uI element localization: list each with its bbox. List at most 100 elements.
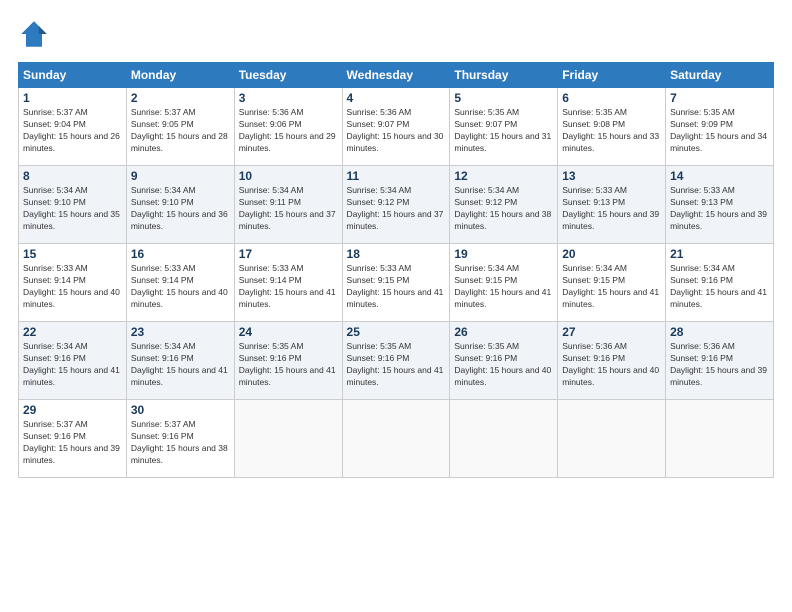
day-number: 23 <box>131 325 230 339</box>
day-number: 14 <box>670 169 769 183</box>
day-info: Sunrise: 5:37 AMSunset: 9:16 PMDaylight:… <box>131 419 230 467</box>
day-number: 13 <box>562 169 661 183</box>
logo <box>18 18 54 50</box>
day-number: 26 <box>454 325 553 339</box>
calendar-cell: 9 Sunrise: 5:34 AMSunset: 9:10 PMDaylight… <box>126 166 234 244</box>
day-number: 11 <box>347 169 446 183</box>
calendar-week-5: 29 Sunrise: 5:37 AMSunset: 9:16 PMDayligh… <box>19 400 774 478</box>
col-wednesday: Wednesday <box>342 63 450 88</box>
day-info: Sunrise: 5:33 AMSunset: 9:13 PMDaylight:… <box>670 185 769 233</box>
calendar-cell: 2 Sunrise: 5:37 AMSunset: 9:05 PMDaylight… <box>126 88 234 166</box>
day-info: Sunrise: 5:36 AMSunset: 9:16 PMDaylight:… <box>670 341 769 389</box>
day-info: Sunrise: 5:33 AMSunset: 9:14 PMDaylight:… <box>239 263 338 311</box>
calendar-cell: 23 Sunrise: 5:34 AMSunset: 9:16 PMDayligh… <box>126 322 234 400</box>
calendar-cell: 22Sunrise: 5:34 AMSunset: 9:16 PMDayligh… <box>19 322 127 400</box>
calendar-week-2: 8 Sunrise: 5:34 AMSunset: 9:10 PMDaylight… <box>19 166 774 244</box>
day-info: Sunrise: 5:35 AMSunset: 9:09 PMDaylight:… <box>670 107 769 155</box>
day-info: Sunrise: 5:34 AMSunset: 9:15 PMDaylight:… <box>562 263 661 311</box>
day-info: Sunrise: 5:33 AMSunset: 9:15 PMDaylight:… <box>347 263 446 311</box>
day-number: 7 <box>670 91 769 105</box>
page-container: Sunday Monday Tuesday Wednesday Thursday… <box>0 0 792 488</box>
header-row: Sunday Monday Tuesday Wednesday Thursday… <box>19 63 774 88</box>
day-info: Sunrise: 5:35 AMSunset: 9:16 PMDaylight:… <box>239 341 338 389</box>
calendar-cell: 27 Sunrise: 5:36 AMSunset: 9:16 PMDayligh… <box>558 322 666 400</box>
col-sunday: Sunday <box>19 63 127 88</box>
day-info: Sunrise: 5:34 AMSunset: 9:16 PMDaylight:… <box>131 341 230 389</box>
calendar-cell: 24 Sunrise: 5:35 AMSunset: 9:16 PMDayligh… <box>234 322 342 400</box>
day-info: Sunrise: 5:34 AMSunset: 9:12 PMDaylight:… <box>347 185 446 233</box>
col-saturday: Saturday <box>666 63 774 88</box>
day-info: Sunrise: 5:35 AMSunset: 9:16 PMDaylight:… <box>347 341 446 389</box>
day-info: Sunrise: 5:33 AMSunset: 9:13 PMDaylight:… <box>562 185 661 233</box>
calendar-cell: 26 Sunrise: 5:35 AMSunset: 9:16 PMDayligh… <box>450 322 558 400</box>
day-info: Sunrise: 5:33 AMSunset: 9:14 PMDaylight:… <box>23 263 122 311</box>
day-number: 24 <box>239 325 338 339</box>
day-number: 29 <box>23 403 122 417</box>
calendar-cell: 7 Sunrise: 5:35 AMSunset: 9:09 PMDaylight… <box>666 88 774 166</box>
calendar-cell: 12Sunrise: 5:34 AMSunset: 9:12 PMDayligh… <box>450 166 558 244</box>
day-number: 15 <box>23 247 122 261</box>
calendar-table: Sunday Monday Tuesday Wednesday Thursday… <box>18 62 774 478</box>
day-number: 25 <box>347 325 446 339</box>
calendar-cell: 18 Sunrise: 5:33 AMSunset: 9:15 PMDayligh… <box>342 244 450 322</box>
calendar-cell: 3 Sunrise: 5:36 AMSunset: 9:06 PMDaylight… <box>234 88 342 166</box>
day-number: 12 <box>454 169 553 183</box>
day-number: 5 <box>454 91 553 105</box>
day-number: 27 <box>562 325 661 339</box>
header <box>18 18 774 50</box>
calendar-cell: 1 Sunrise: 5:37 AMSunset: 9:04 PMDaylight… <box>19 88 127 166</box>
calendar-cell: 13 Sunrise: 5:33 AMSunset: 9:13 PMDayligh… <box>558 166 666 244</box>
calendar-cell <box>234 400 342 478</box>
day-number: 19 <box>454 247 553 261</box>
calendar-week-4: 22 Sunrise: 5:34 AMSunset: 9:16 PMDayligh… <box>19 322 774 400</box>
calendar-cell: 8Sunrise: 5:34 AMSunset: 9:10 PMDaylight… <box>19 166 127 244</box>
day-info: Sunrise: 5:34 AMSunset: 9:16 PMDaylight:… <box>670 263 769 311</box>
calendar-cell: 19 Sunrise: 5:34 AMSunset: 9:15 PMDayligh… <box>450 244 558 322</box>
col-friday: Friday <box>558 63 666 88</box>
calendar-cell: 25 Sunrise: 5:35 AMSunset: 9:16 PMDayligh… <box>342 322 450 400</box>
day-info: Sunrise: 5:37 AMSunset: 9:04 PMDaylight:… <box>23 107 122 155</box>
calendar-cell: 17Sunrise: 5:33 AMSunset: 9:14 PMDayligh… <box>234 244 342 322</box>
day-info: Sunrise: 5:37 AMSunset: 9:05 PMDaylight:… <box>131 107 230 155</box>
day-info: Sunrise: 5:34 AMSunset: 9:15 PMDaylight:… <box>454 263 553 311</box>
logo-icon <box>18 18 50 50</box>
calendar-cell: 28 Sunrise: 5:36 AMSunset: 9:16 PMDayligh… <box>666 322 774 400</box>
calendar-week-3: 15 Sunrise: 5:33 AMSunset: 9:14 PMDayligh… <box>19 244 774 322</box>
day-number: 1 <box>23 91 122 105</box>
day-number: 4 <box>347 91 446 105</box>
day-info: Sunrise: 5:37 AMSunset: 9:16 PMDaylight:… <box>23 419 122 467</box>
col-tuesday: Tuesday <box>234 63 342 88</box>
col-monday: Monday <box>126 63 234 88</box>
col-thursday: Thursday <box>450 63 558 88</box>
day-info: Sunrise: 5:35 AMSunset: 9:16 PMDaylight:… <box>454 341 553 389</box>
day-info: Sunrise: 5:33 AMSunset: 9:14 PMDaylight:… <box>131 263 230 311</box>
calendar-cell: 20Sunrise: 5:34 AMSunset: 9:15 PMDayligh… <box>558 244 666 322</box>
day-info: Sunrise: 5:34 AMSunset: 9:10 PMDaylight:… <box>131 185 230 233</box>
day-number: 10 <box>239 169 338 183</box>
calendar-cell: 11 Sunrise: 5:34 AMSunset: 9:12 PMDayligh… <box>342 166 450 244</box>
day-number: 8 <box>23 169 122 183</box>
day-number: 9 <box>131 169 230 183</box>
calendar-cell: 6 Sunrise: 5:35 AMSunset: 9:08 PMDaylight… <box>558 88 666 166</box>
day-info: Sunrise: 5:36 AMSunset: 9:06 PMDaylight:… <box>239 107 338 155</box>
day-number: 6 <box>562 91 661 105</box>
day-number: 18 <box>347 247 446 261</box>
day-info: Sunrise: 5:35 AMSunset: 9:08 PMDaylight:… <box>562 107 661 155</box>
calendar-cell <box>342 400 450 478</box>
calendar-cell <box>666 400 774 478</box>
calendar-cell <box>450 400 558 478</box>
day-number: 28 <box>670 325 769 339</box>
calendar-cell: 15 Sunrise: 5:33 AMSunset: 9:14 PMDayligh… <box>19 244 127 322</box>
day-info: Sunrise: 5:36 AMSunset: 9:07 PMDaylight:… <box>347 107 446 155</box>
day-number: 3 <box>239 91 338 105</box>
calendar-cell <box>558 400 666 478</box>
day-number: 30 <box>131 403 230 417</box>
day-info: Sunrise: 5:36 AMSunset: 9:16 PMDaylight:… <box>562 341 661 389</box>
day-number: 2 <box>131 91 230 105</box>
day-number: 22 <box>23 325 122 339</box>
day-number: 16 <box>131 247 230 261</box>
calendar-cell: 21Sunrise: 5:34 AMSunset: 9:16 PMDayligh… <box>666 244 774 322</box>
calendar-week-1: 1 Sunrise: 5:37 AMSunset: 9:04 PMDaylight… <box>19 88 774 166</box>
calendar-cell: 16 Sunrise: 5:33 AMSunset: 9:14 PMDayligh… <box>126 244 234 322</box>
calendar-cell: 5Sunrise: 5:35 AMSunset: 9:07 PMDaylight… <box>450 88 558 166</box>
